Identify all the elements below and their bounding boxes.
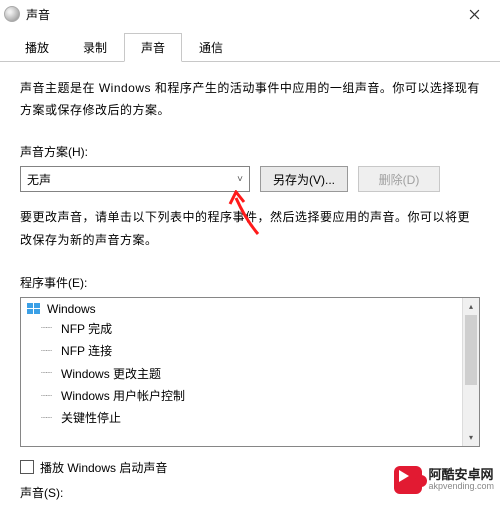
scheme-dropdown[interactable]: 无声 ˅ xyxy=(20,166,250,192)
events-root-label: Windows xyxy=(47,302,96,316)
save-as-button[interactable]: 另存为(V)... xyxy=(260,166,348,192)
event-item[interactable]: ┈┈Windows 用户帐户控制 xyxy=(21,385,479,407)
tree-connector: ┈┈ xyxy=(41,365,51,382)
events-root[interactable]: Windows xyxy=(21,300,479,318)
window-title: 声音 xyxy=(26,6,452,23)
close-icon xyxy=(469,9,480,20)
scroll-track[interactable] xyxy=(463,385,479,429)
scroll-down-icon[interactable]: ▾ xyxy=(463,429,479,446)
tab-communication[interactable]: 通信 xyxy=(182,33,240,62)
startup-checkbox[interactable] xyxy=(20,460,34,474)
audio-icon xyxy=(4,6,20,22)
tab-playback[interactable]: 播放 xyxy=(8,33,66,62)
watermark-logo-icon xyxy=(394,466,422,494)
chevron-down-icon: ˅ xyxy=(237,174,243,185)
close-button[interactable] xyxy=(452,0,496,28)
scheme-value: 无声 xyxy=(27,171,51,188)
watermark: 阿酷安卓网 akpvending.com xyxy=(394,466,494,494)
title-bar: 声音 xyxy=(0,0,500,28)
scroll-thumb[interactable] xyxy=(465,315,477,385)
events-inner: Windows ┈┈NFP 完成 ┈┈NFP 连接 ┈┈Windows 更改主题… xyxy=(21,298,479,432)
watermark-text: 阿酷安卓网 akpvending.com xyxy=(428,468,494,492)
scheme-row: 无声 ˅ 另存为(V)... 删除(D) xyxy=(20,166,480,192)
tree-connector: ┈┈ xyxy=(41,388,51,405)
tree-connector: ┈┈ xyxy=(41,410,51,427)
tab-content: 声音主题是在 Windows 和程序产生的活动事件中应用的一组声音。你可以选择现… xyxy=(0,62,500,517)
tab-strip: 播放 录制 声音 通信 xyxy=(0,30,500,62)
events-scrollbar[interactable]: ▴ ▾ xyxy=(462,298,479,446)
note-text: 要更改声音，请单击以下列表中的程序事件，然后选择要应用的声音。你可以将更改保存为… xyxy=(20,206,480,252)
tree-connector: ┈┈ xyxy=(41,320,51,337)
tab-record[interactable]: 录制 xyxy=(66,33,124,62)
tree-connector: ┈┈ xyxy=(41,343,51,360)
tab-sound[interactable]: 声音 xyxy=(124,33,182,62)
intro-text: 声音主题是在 Windows 和程序产生的活动事件中应用的一组声音。你可以选择现… xyxy=(20,78,480,121)
windows-icon xyxy=(27,303,41,315)
scroll-up-icon[interactable]: ▴ xyxy=(463,298,479,315)
events-listbox[interactable]: Windows ┈┈NFP 完成 ┈┈NFP 连接 ┈┈Windows 更改主题… xyxy=(20,297,480,447)
event-item[interactable]: ┈┈NFP 连接 xyxy=(21,340,479,362)
scheme-label: 声音方案(H): xyxy=(20,143,480,160)
event-item[interactable]: ┈┈Windows 更改主题 xyxy=(21,363,479,385)
delete-button: 删除(D) xyxy=(358,166,440,192)
watermark-cn: 阿酷安卓网 xyxy=(428,468,494,482)
watermark-en: akpvending.com xyxy=(428,482,494,492)
event-item[interactable]: ┈┈关键性停止 xyxy=(21,407,479,429)
events-label: 程序事件(E): xyxy=(20,274,480,291)
event-item[interactable]: ┈┈NFP 完成 xyxy=(21,318,479,340)
startup-label: 播放 Windows 启动声音 xyxy=(40,459,167,476)
